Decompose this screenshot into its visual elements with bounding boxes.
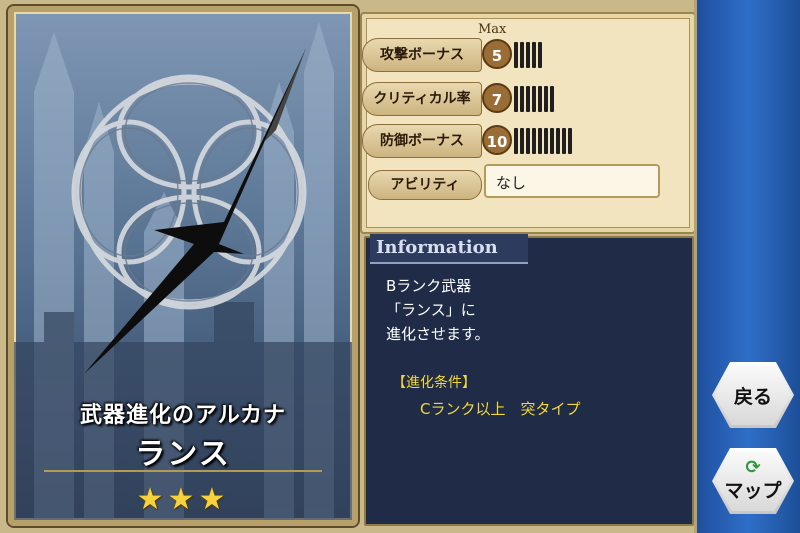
ability-value: なし xyxy=(484,164,660,198)
gauge-segment xyxy=(568,128,572,154)
refresh-icon: ⟳ xyxy=(745,456,761,478)
stat-gauge xyxy=(514,128,572,154)
ability-label: アビリティ xyxy=(368,170,482,200)
gauge-segment xyxy=(526,42,530,68)
back-button-face: 戻る xyxy=(715,365,791,425)
stat-gauge xyxy=(514,86,554,112)
gauge-segment xyxy=(514,128,518,154)
evolution-condition-body: Cランク以上 突タイプ xyxy=(420,400,581,418)
gauge-segment xyxy=(538,42,542,68)
arcana-card: 武器進化のアルカナ ランス ★★★ xyxy=(8,6,358,526)
gauge-segment xyxy=(532,86,536,112)
gauge-segment xyxy=(514,42,518,68)
rarity-stars: ★★★ xyxy=(136,482,230,517)
stat-value-badge: 5 xyxy=(482,39,512,69)
gauge-segment xyxy=(526,86,530,112)
gauge-segment xyxy=(520,42,524,68)
stat-label: 防御ボーナス xyxy=(362,124,482,158)
gauge-segment xyxy=(538,128,542,154)
stat-gauge xyxy=(514,42,542,68)
gauge-segment xyxy=(520,128,524,154)
card-title: 武器進化のアルカナ xyxy=(79,403,287,428)
map-button-face: ⟳ マップ xyxy=(715,451,791,511)
info-line: 「ランス」に xyxy=(386,301,476,319)
gauge-segment xyxy=(550,86,554,112)
info-line: Bランク武器 xyxy=(386,277,472,295)
card-divider xyxy=(44,470,322,472)
card-name: ランス xyxy=(135,437,231,472)
gauge-segment xyxy=(526,128,530,154)
stat-label: クリティカル率 xyxy=(362,82,482,116)
gauge-segment xyxy=(538,86,542,112)
gauge-segment xyxy=(532,42,536,68)
gauge-segment xyxy=(550,128,554,154)
max-label: Max xyxy=(478,22,507,37)
gauge-segment xyxy=(562,128,566,154)
gauge-segment xyxy=(514,86,518,112)
info-line: 進化させます。 xyxy=(386,325,490,343)
gauge-segment xyxy=(520,86,524,112)
stat-value-badge: 7 xyxy=(482,83,512,113)
gauge-segment xyxy=(532,128,536,154)
stat-label: 攻撃ボーナス xyxy=(362,38,482,72)
gauge-segment xyxy=(556,128,560,154)
map-button-label: マップ xyxy=(724,479,782,502)
gauge-segment xyxy=(544,128,548,154)
information-description: Bランク武器 「ランス」に 進化させます。 xyxy=(386,274,490,346)
back-button-label: 戻る xyxy=(733,385,772,408)
gauge-segment xyxy=(544,86,548,112)
information-tab-label: Information xyxy=(370,234,528,264)
stat-value-badge: 10 xyxy=(482,125,512,155)
evolution-condition-title: 【進化条件】 xyxy=(392,375,476,391)
